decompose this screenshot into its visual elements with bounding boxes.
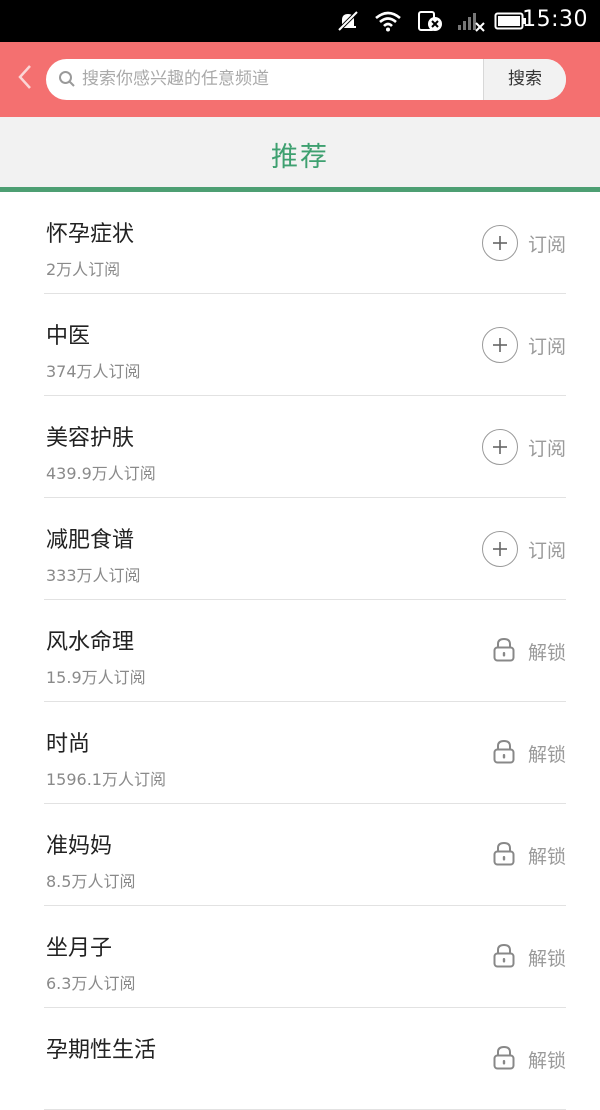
action-label: 解锁 — [527, 845, 566, 868]
subscribe-button[interactable]: 订阅 — [481, 326, 566, 364]
lock-icon — [490, 737, 518, 769]
action-label: 订阅 — [527, 539, 566, 562]
channel-title: 时尚 — [46, 732, 91, 757]
subscribe-button[interactable]: 订阅 — [481, 428, 566, 466]
mute-icon — [336, 9, 360, 37]
subscribe-button[interactable]: 订阅 — [481, 224, 566, 262]
subscriber-count: 333万人订阅 — [46, 566, 141, 585]
action-label: 解锁 — [527, 947, 566, 970]
plus-circle-icon — [481, 429, 518, 465]
lock-icon — [490, 1043, 518, 1075]
unlock-button[interactable]: 解锁 — [490, 1040, 566, 1078]
action-label: 解锁 — [527, 1049, 566, 1072]
status-time: 15:30 — [522, 7, 588, 32]
tab-bar: 推荐 — [0, 117, 600, 187]
subscriber-count: 8.5万人订阅 — [46, 872, 136, 891]
channel-title: 孕期性生活 — [46, 1038, 157, 1063]
action-label: 订阅 — [527, 437, 566, 460]
list-item[interactable]: 时尚 1596.1万人订阅 解锁 — [44, 702, 566, 804]
list-item[interactable]: 中医 374万人订阅 订阅 — [44, 294, 566, 396]
subscriber-count: 6.3万人订阅 — [46, 974, 136, 993]
action-label: 订阅 — [527, 335, 566, 358]
channel-title: 怀孕症状 — [46, 222, 135, 247]
lock-icon — [490, 941, 518, 973]
list-item[interactable]: 减肥食谱 333万人订阅 订阅 — [44, 498, 566, 600]
unlock-button[interactable]: 解锁 — [490, 938, 566, 976]
subscriber-count: 1596.1万人订阅 — [46, 770, 166, 789]
channel-title: 美容护肤 — [46, 426, 135, 451]
action-label: 订阅 — [527, 233, 566, 256]
list-item[interactable]: 风水命理 15.9万人订阅 解锁 — [44, 600, 566, 702]
signal-icon — [456, 9, 486, 37]
plus-circle-icon — [481, 531, 518, 567]
search-header: 搜索你感兴趣的任意频道 搜索 — [0, 42, 600, 117]
unlock-button[interactable]: 解锁 — [490, 632, 566, 670]
action-label: 解锁 — [527, 641, 566, 664]
search-icon — [58, 70, 76, 92]
subscriber-count: 2万人订阅 — [46, 260, 121, 279]
lock-icon — [490, 839, 518, 871]
tab-recommended[interactable]: 推荐 — [0, 135, 600, 174]
subscribe-button[interactable]: 订阅 — [481, 530, 566, 568]
sim-error-icon — [416, 9, 444, 37]
channel-title: 减肥食谱 — [46, 528, 135, 553]
search-button[interactable]: 搜索 — [483, 59, 566, 100]
subscriber-count: 439.9万人订阅 — [46, 464, 156, 483]
search-input[interactable]: 搜索你感兴趣的任意频道 — [82, 59, 522, 100]
back-button[interactable] — [10, 62, 40, 96]
subscriber-count: 374万人订阅 — [46, 362, 141, 381]
status-bar: 15:30 — [0, 0, 600, 42]
plus-circle-icon — [481, 225, 518, 261]
channel-title: 风水命理 — [46, 630, 135, 655]
list-item[interactable]: 孕期性生活 解锁 — [44, 1008, 566, 1110]
chevron-left-icon — [17, 64, 33, 94]
list-item[interactable]: 准妈妈 8.5万人订阅 解锁 — [44, 804, 566, 906]
channel-title: 中医 — [46, 324, 91, 349]
channel-list: 怀孕症状 2万人订阅 订阅 中医 374万人订阅 订阅 美容护肤 439.9万人… — [0, 192, 600, 1110]
unlock-button[interactable]: 解锁 — [490, 836, 566, 874]
list-item[interactable]: 怀孕症状 2万人订阅 订阅 — [44, 192, 566, 294]
action-label: 解锁 — [527, 743, 566, 766]
channel-title: 准妈妈 — [46, 834, 113, 859]
subscriber-count: 15.9万人订阅 — [46, 668, 146, 687]
plus-circle-icon — [481, 327, 518, 363]
list-item[interactable]: 坐月子 6.3万人订阅 解锁 — [44, 906, 566, 1008]
wifi-icon — [374, 9, 402, 37]
lock-icon — [490, 635, 518, 667]
channel-title: 坐月子 — [46, 936, 113, 961]
list-item[interactable]: 美容护肤 439.9万人订阅 订阅 — [44, 396, 566, 498]
search-box: 搜索你感兴趣的任意频道 搜索 — [46, 59, 566, 100]
unlock-button[interactable]: 解锁 — [490, 734, 566, 772]
